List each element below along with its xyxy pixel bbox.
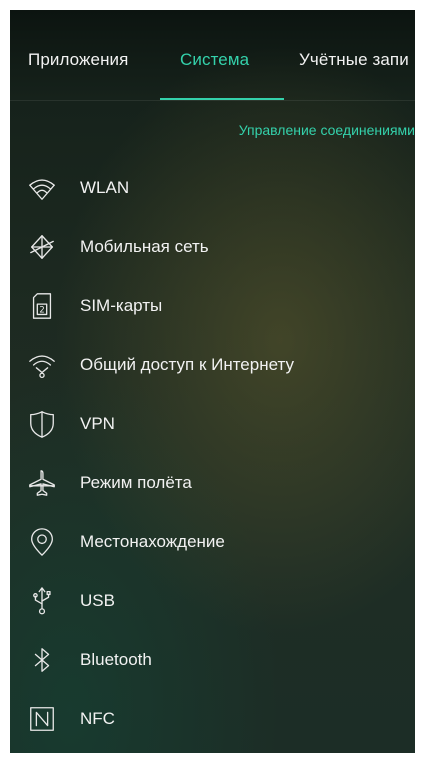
menu-item-label: Местонахождение	[80, 531, 225, 551]
nfc-icon	[26, 703, 58, 735]
menu-item-label: USB	[80, 590, 115, 610]
menu-item-label: Мобильная сеть	[80, 236, 209, 256]
tab-accounts[interactable]: Учётные запи	[299, 50, 409, 70]
menu-item-label: Bluetooth	[80, 649, 152, 669]
menu-item-wlan[interactable]: WLAN	[10, 158, 415, 217]
mobile-network-icon	[26, 231, 58, 263]
settings-tabs: Приложения Система Учётные запи	[10, 10, 415, 101]
bluetooth-icon	[26, 644, 58, 676]
menu-item-airplane-mode[interactable]: Режим полёта	[10, 453, 415, 512]
menu-item-label: NFC	[80, 708, 115, 728]
svg-text:2: 2	[39, 304, 44, 314]
menu-item-usb[interactable]: USB	[10, 571, 415, 630]
menu-item-location[interactable]: Местонахождение	[10, 512, 415, 571]
tab-system[interactable]: Система	[180, 50, 249, 70]
menu-item-label: WLAN	[80, 177, 130, 197]
location-pin-icon	[26, 526, 58, 558]
menu-item-bluetooth[interactable]: Bluetooth	[10, 630, 415, 689]
menu-item-vpn[interactable]: VPN	[10, 394, 415, 453]
connections-menu: WLAN Мобильная сеть 2 SIM-карты Общий до…	[10, 158, 415, 748]
menu-item-label: SIM-карты	[80, 295, 163, 315]
usb-icon	[26, 585, 58, 617]
tab-applications[interactable]: Приложения	[28, 50, 128, 70]
hotspot-icon	[26, 349, 58, 381]
airplane-icon	[26, 467, 58, 499]
menu-item-mobile-network[interactable]: Мобильная сеть	[10, 217, 415, 276]
menu-item-sim-cards[interactable]: 2 SIM-карты	[10, 276, 415, 335]
menu-item-nfc[interactable]: NFC	[10, 689, 415, 748]
menu-item-label: Общий доступ к Интернету	[80, 354, 294, 374]
settings-screen: Приложения Система Учётные запи Управлен…	[10, 10, 415, 753]
wifi-icon	[26, 172, 58, 204]
menu-item-label: VPN	[80, 413, 115, 433]
menu-item-label: Режим полёта	[80, 472, 192, 492]
sim-card-icon: 2	[26, 290, 58, 322]
active-tab-indicator	[160, 98, 284, 100]
menu-item-hotspot[interactable]: Общий доступ к Интернету	[10, 335, 415, 394]
shield-icon	[26, 408, 58, 440]
section-title-connections: Управление соединениями	[238, 122, 415, 138]
